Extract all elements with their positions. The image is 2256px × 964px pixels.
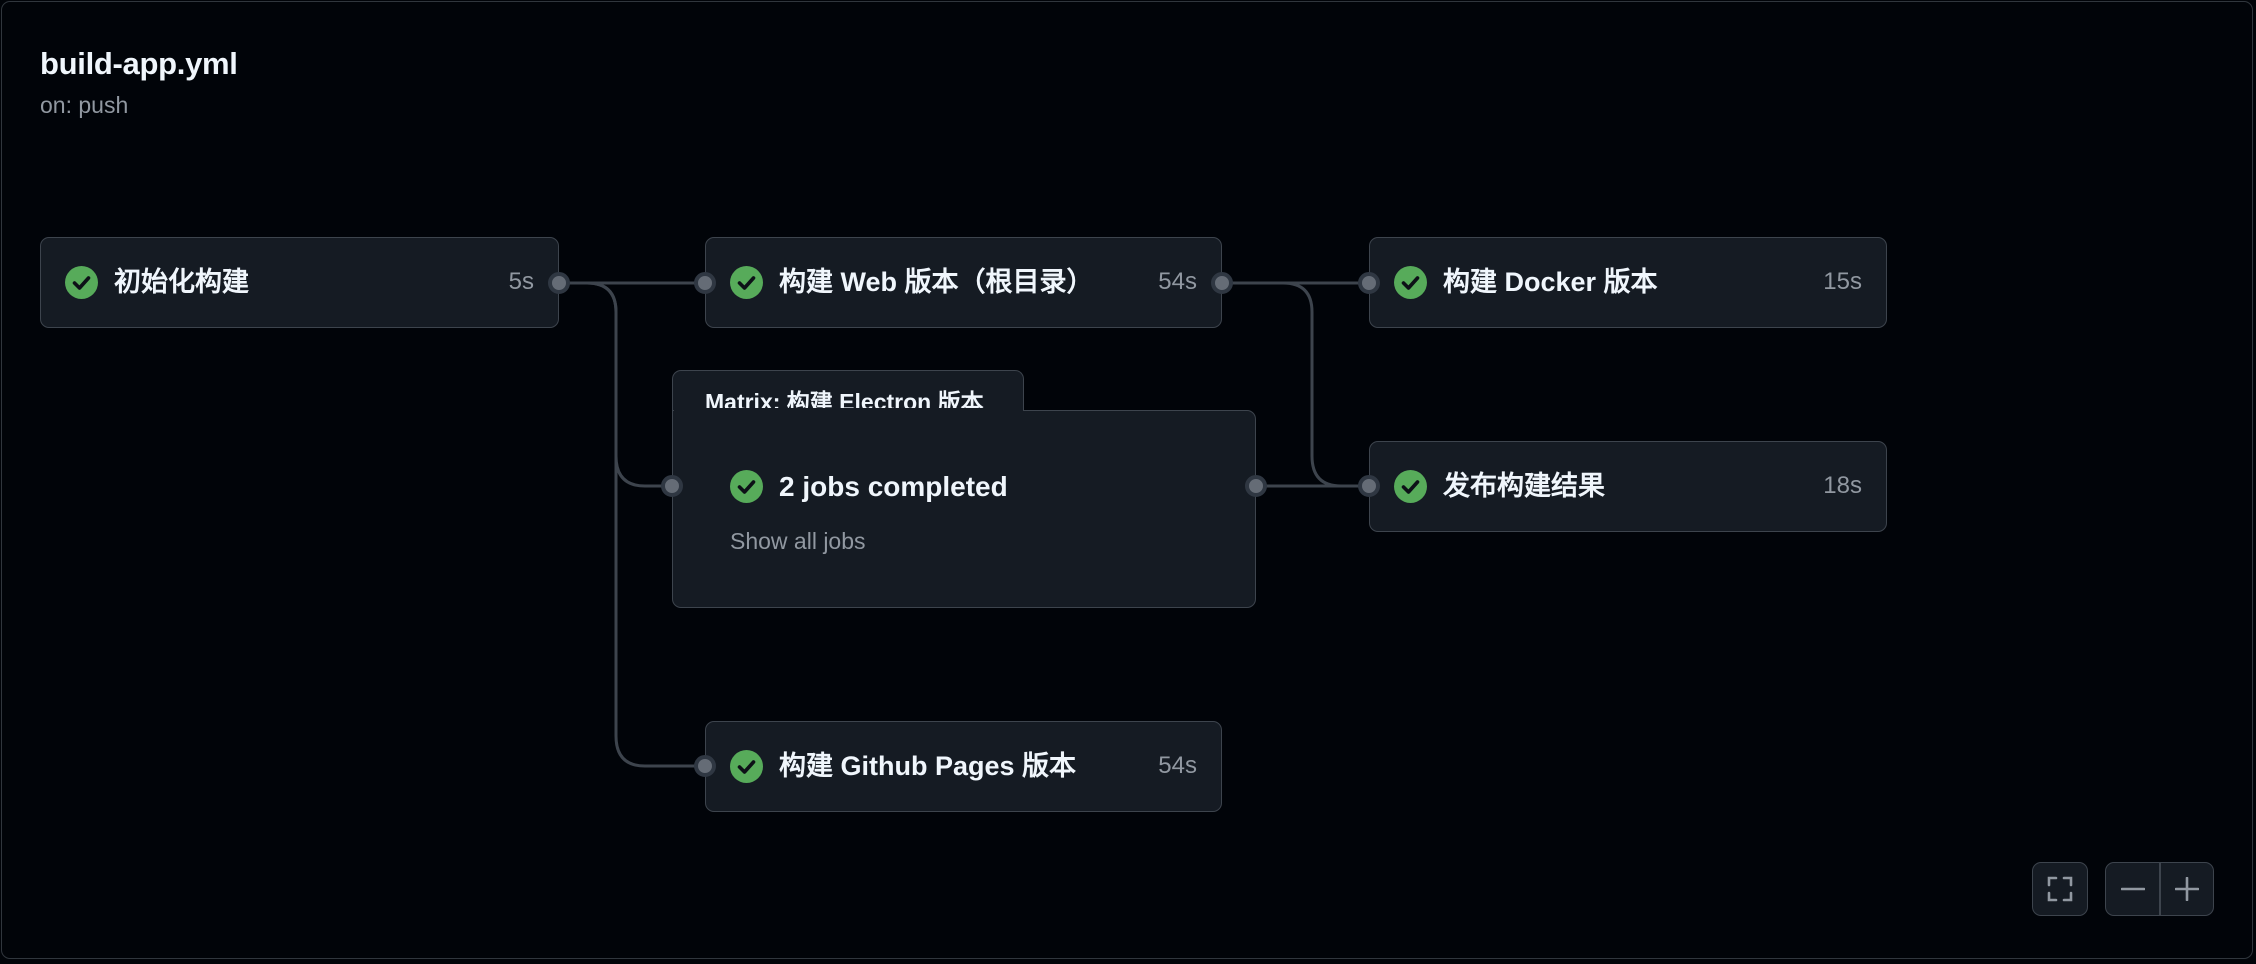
workflow-title: build-app.yml (40, 46, 238, 81)
job-card-init[interactable]: 初始化构建 5s (40, 237, 559, 328)
success-check-icon (730, 266, 763, 299)
port-docker-in (1358, 272, 1380, 294)
minus-icon (2120, 887, 2145, 891)
plus-icon (2174, 877, 2199, 901)
port-matrix-in (661, 475, 683, 497)
job-card-docker[interactable]: 构建 Docker 版本 15s (1369, 237, 1887, 328)
success-check-icon (1394, 470, 1427, 503)
port-pages-in (694, 755, 716, 777)
job-duration: 15s (1823, 268, 1862, 295)
success-check-icon (1394, 266, 1427, 299)
port-publish-in (1358, 475, 1380, 497)
job-card-pages[interactable]: 构建 Github Pages 版本 54s (705, 721, 1222, 812)
job-card-web[interactable]: 构建 Web 版本（根目录） 54s (705, 237, 1222, 328)
workflow-trigger: on: push (40, 92, 129, 118)
fullscreen-button[interactable] (2032, 862, 2088, 916)
matrix-group[interactable]: 2 jobs completed Show all jobs (672, 410, 1256, 608)
show-all-jobs-link[interactable]: Show all jobs (730, 525, 866, 557)
success-check-icon (65, 266, 98, 299)
job-duration: 54s (1158, 268, 1197, 295)
job-name: 构建 Web 版本（根目录） (779, 267, 1094, 297)
matrix-tab-joint (673, 408, 1023, 413)
port-init-out (548, 272, 570, 294)
zoom-out-button[interactable] (2106, 863, 2159, 915)
success-check-icon (730, 470, 763, 503)
job-name: 初始化构建 (114, 267, 249, 297)
job-name: 构建 Docker 版本 (1443, 267, 1658, 297)
port-web-out (1211, 272, 1233, 294)
job-duration: 54s (1158, 752, 1197, 779)
zoom-in-button[interactable] (2160, 863, 2213, 915)
success-check-icon (730, 750, 763, 783)
job-name: 构建 Github Pages 版本 (779, 751, 1077, 781)
zoom-controls (2105, 862, 2214, 916)
job-duration: 18s (1823, 472, 1862, 499)
port-web-in (694, 272, 716, 294)
job-card-publish[interactable]: 发布构建结果 18s (1369, 441, 1887, 532)
job-name: 发布构建结果 (1443, 471, 1605, 501)
matrix-summary: 2 jobs completed (779, 471, 1008, 502)
fullscreen-icon (2033, 863, 2087, 915)
job-duration: 5s (508, 268, 534, 295)
port-matrix-out (1245, 475, 1267, 497)
